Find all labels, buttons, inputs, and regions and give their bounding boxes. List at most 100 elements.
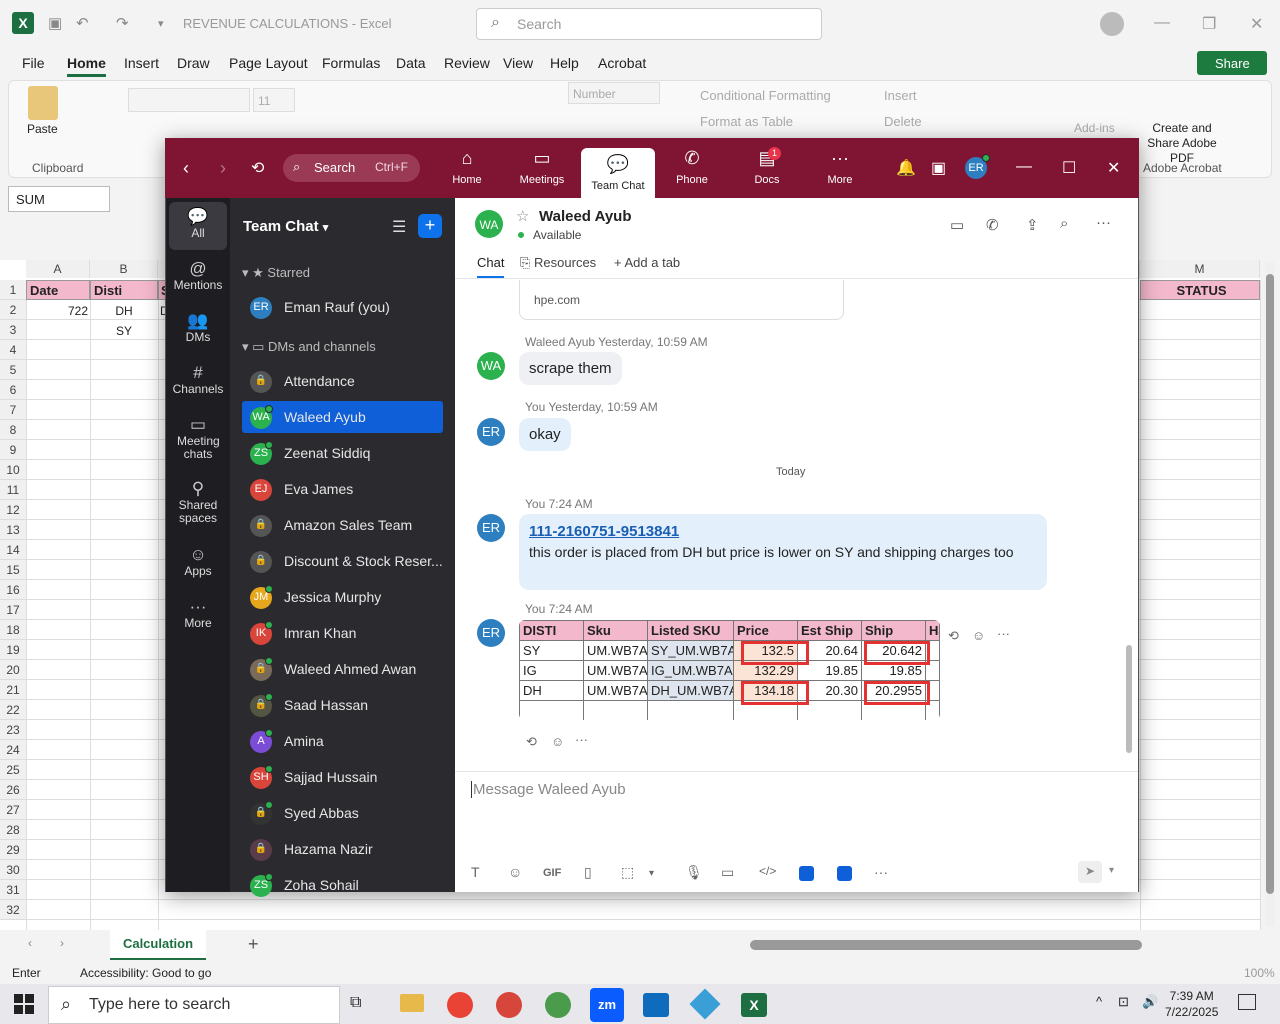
rail-shared-spaces[interactable]: ⚲ Shared spaces <box>166 480 230 525</box>
row-header[interactable]: 14 <box>0 540 26 560</box>
tab-insert[interactable]: Insert <box>124 55 159 71</box>
chrome-profile-3-icon[interactable] <box>545 992 571 1018</box>
zoom-maximize-icon[interactable]: ☐ <box>1062 158 1076 178</box>
chat-item[interactable]: 🔒 Hazama Nazir <box>242 833 443 865</box>
contact-avatar[interactable]: WA <box>475 210 503 238</box>
row-header[interactable]: 26 <box>0 780 26 800</box>
chrome-profile-2-icon[interactable] <box>496 992 522 1018</box>
sender-avatar[interactable]: ER <box>477 418 505 446</box>
paste-icon[interactable] <box>28 86 58 120</box>
rail-channels[interactable]: # Channels <box>166 364 230 396</box>
windows-start-icon[interactable] <box>14 994 34 1014</box>
excel-taskbar-icon[interactable]: X <box>741 993 767 1017</box>
text-format-icon[interactable]: T <box>471 864 480 880</box>
font-name-select[interactable] <box>128 88 250 112</box>
next-sheet-icon[interactable]: › <box>60 936 64 950</box>
row-header[interactable]: 30 <box>0 860 26 880</box>
tab-page-layout[interactable]: Page Layout <box>229 55 308 71</box>
chat-item[interactable]: 🔒 Amazon Sales Team <box>242 509 443 541</box>
chat-item[interactable]: ZS Zeenat Siddiq <box>242 437 443 469</box>
filter-icon[interactable]: ☰ <box>392 217 406 237</box>
format-as-table-button[interactable]: Format as Table <box>700 114 793 129</box>
name-box[interactable]: SUM <box>8 186 110 212</box>
cell-b2[interactable]: DH <box>90 300 158 320</box>
video-message-icon[interactable]: ▭ <box>721 864 734 881</box>
header-cell-disti[interactable]: Disti <box>90 280 158 300</box>
nav-meetings[interactable]: ▭ Meetings <box>505 148 579 186</box>
nav-home[interactable]: ⌂ Home <box>430 148 504 186</box>
chat-item[interactable]: 🔒 Waleed Ahmed Awan <box>242 653 443 685</box>
history-icon[interactable]: ⟲ <box>251 158 264 178</box>
back-icon[interactable]: ‹ <box>183 158 189 179</box>
sheet-tab-calculation[interactable]: Calculation <box>110 930 206 960</box>
star-icon[interactable]: ☆ <box>516 207 529 225</box>
row-header[interactable]: 16 <box>0 580 26 600</box>
cell-b3[interactable]: SY <box>90 320 158 340</box>
save-icon[interactable]: ▣ <box>48 14 62 32</box>
tab-data[interactable]: Data <box>396 55 426 71</box>
contact-name[interactable]: Waleed Ayub <box>539 208 632 225</box>
link-preview-card[interactable]: hpe.com <box>519 280 844 320</box>
forward-icon[interactable]: › <box>220 158 226 179</box>
chat-item[interactable]: 🔒 Syed Abbas <box>242 797 443 829</box>
compose-more-icon[interactable]: ··· <box>874 864 888 880</box>
share-button[interactable]: Share <box>1197 51 1267 75</box>
rail-meeting-chats[interactable]: ▭ Meeting chats <box>166 416 230 461</box>
tab-formulas[interactable]: Formulas <box>322 55 380 71</box>
vertical-scroll-thumb[interactable] <box>1266 274 1274 894</box>
row-header[interactable]: 20 <box>0 660 26 680</box>
row-header[interactable]: 5 <box>0 360 26 380</box>
header-cell-date[interactable]: Date <box>26 280 90 300</box>
row-header[interactable]: 21 <box>0 680 26 700</box>
chrome-icon[interactable] <box>447 992 473 1018</box>
message-more-icon[interactable]: ··· <box>997 626 1010 641</box>
notifications-icon[interactable] <box>1238 994 1256 1010</box>
file-icon[interactable]: ▯ <box>584 864 592 881</box>
network-icon[interactable]: ⊡ <box>1118 994 1129 1010</box>
column-header-a[interactable]: A <box>26 260 90 278</box>
file-explorer-icon[interactable] <box>400 994 424 1012</box>
reply-icon[interactable]: ⟲ <box>948 628 959 644</box>
row-header[interactable]: 7 <box>0 400 26 420</box>
nav-docs[interactable]: ▤ Docs <box>730 148 804 186</box>
voice-message-icon[interactable]: 🎙 <box>685 864 703 881</box>
chat-search-icon[interactable]: ⌕ <box>1060 215 1068 232</box>
header-cell-status[interactable]: STATUS <box>1140 280 1260 300</box>
chat-item-self[interactable]: ER Eman Rauf (you) <box>242 291 443 323</box>
column-header-b[interactable]: B <box>90 260 158 278</box>
nav-more[interactable]: ··· More <box>803 148 877 186</box>
rail-apps[interactable]: ☺ Apps <box>166 546 230 578</box>
row-header[interactable]: 2 <box>0 300 26 320</box>
taskbar-clock[interactable]: 7:39 AM 7/22/2025 <box>1165 988 1218 1020</box>
row-header[interactable]: 11 <box>0 480 26 500</box>
tab-chat[interactable]: Chat <box>477 255 505 278</box>
create-share-pdf-button[interactable]: Create and Share Adobe PDF <box>1137 121 1227 166</box>
tab-draw[interactable]: Draw <box>177 55 210 71</box>
row-header[interactable]: 32 <box>0 900 26 920</box>
row-header[interactable]: 23 <box>0 720 26 740</box>
prev-sheet-icon[interactable]: ‹ <box>28 936 32 950</box>
sender-avatar[interactable]: ER <box>477 619 505 647</box>
chat-item[interactable]: 🔒 Discount & Stock Reser... <box>242 545 443 577</box>
row-header[interactable]: 9 <box>0 440 26 460</box>
paste-label[interactable]: Paste <box>27 122 58 136</box>
emoji-react-icon[interactable]: ☺ <box>972 628 985 643</box>
restore-icon[interactable]: ❐ <box>1202 14 1216 34</box>
row-header[interactable]: 4 <box>0 340 26 360</box>
row-header[interactable]: 1 <box>0 280 26 300</box>
more-actions-icon[interactable]: ··· <box>575 732 588 747</box>
number-format-select[interactable]: Number <box>568 82 660 104</box>
audio-call-icon[interactable]: ✆ <box>986 216 999 234</box>
chat-item[interactable]: SH Sajjad Hussain <box>242 761 443 793</box>
tab-review[interactable]: Review <box>444 55 490 71</box>
sender-avatar[interactable]: WA <box>477 352 505 380</box>
chat-options-icon[interactable]: ··· <box>1096 214 1111 231</box>
row-header[interactable]: 15 <box>0 560 26 580</box>
row-header[interactable]: 24 <box>0 740 26 760</box>
zoom-app-icon[interactable]: zm <box>590 988 624 1022</box>
volume-icon[interactable]: 🔊 <box>1142 994 1158 1010</box>
share-screen-icon[interactable]: ⇪ <box>1026 216 1039 234</box>
zoom-minimize-icon[interactable]: — <box>1016 158 1032 176</box>
delete-cells-button[interactable]: Delete <box>884 114 922 129</box>
send-icon[interactable]: ➤ <box>1078 861 1102 883</box>
